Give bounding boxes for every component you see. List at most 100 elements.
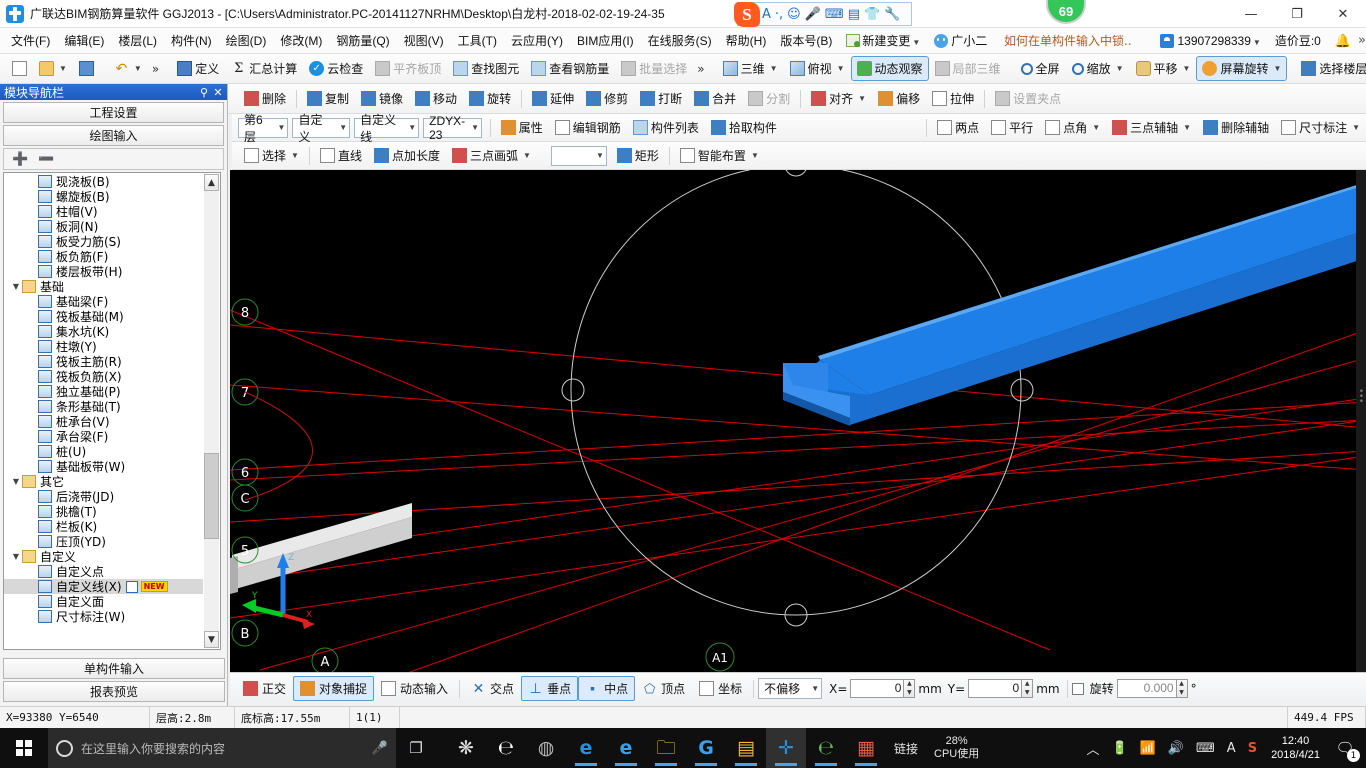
properties-button[interactable]: 属性 — [495, 115, 549, 140]
partial-3d-button[interactable]: 局部三维 — [929, 56, 1007, 81]
tree-node[interactable]: 螺旋板(B) — [4, 189, 203, 204]
tree-node[interactable]: 现浇板(B) — [4, 174, 203, 189]
midpoint-snap-toggle[interactable]: ▪ 中点 — [578, 676, 636, 701]
tree-scrollbar-thumb[interactable] — [204, 453, 219, 539]
dimension-button[interactable]: 尺寸标注 ▼ — [1275, 115, 1366, 140]
tree-node[interactable]: ▼ 基础 — [4, 279, 203, 294]
tree-node[interactable]: 板受力筋(S) — [4, 234, 203, 249]
tree-node[interactable]: 板负筋(F) — [4, 249, 203, 264]
tree-node[interactable]: 栏板(K) — [4, 519, 203, 534]
tree-node[interactable]: 柱帽(V) — [4, 204, 203, 219]
x-offset-input[interactable]: 0 — [850, 679, 905, 698]
component-tree[interactable]: 现浇板(B) 螺旋板(B) 柱帽(V) 板洞(N) 板受力筋(S) 板负筋(F) 楼层板带(… — [3, 172, 221, 650]
voice-input-icon[interactable]: 🎤 — [805, 8, 821, 21]
app-ie[interactable]: e — [606, 728, 646, 768]
two-point-axis-button[interactable]: 两点 — [931, 115, 985, 140]
dynamic-input-toggle[interactable]: 动态输入 — [374, 676, 455, 701]
taskbar-search-box[interactable]: 在这里输入你要搜索的内容 🎤 — [48, 728, 396, 768]
point-length-button[interactable]: 点加长度 — [368, 143, 446, 168]
tree-node[interactable]: 承台梁(F) — [4, 429, 203, 444]
3d-viewport[interactable]: Z Y X 8 7 6 C 5 B A A1 • • • — [230, 170, 1366, 672]
view-rebar-button[interactable]: 查看钢筋量 — [525, 56, 615, 81]
extend-button[interactable]: 延伸 — [526, 86, 580, 111]
menu-new-change[interactable]: 新建变更 ▼ — [839, 29, 927, 52]
app-spiral[interactable]: ◍ — [526, 728, 566, 768]
batch-select-button[interactable]: 批量选择 — [615, 56, 693, 81]
tree-node[interactable]: 条形基础(T) — [4, 399, 203, 414]
define-button[interactable]: 定义 — [171, 56, 225, 81]
volume-icon[interactable]: 🔊 — [1162, 741, 1190, 756]
stretch-button[interactable]: 拉伸 — [926, 86, 980, 111]
type-combo[interactable]: 自定义线 ▼ — [354, 113, 420, 144]
tree-node[interactable]: 尺寸标注(W) — [4, 609, 203, 624]
tree-node[interactable]: 独立基础(P) — [4, 384, 203, 399]
toolbox-icon[interactable]: 🔧 — [884, 8, 900, 21]
font-A-icon[interactable]: A — [762, 8, 771, 21]
menu-version[interactable]: 版本号(B) — [773, 29, 839, 52]
undo-button[interactable]: ↶ ▼ — [108, 57, 148, 80]
link-label[interactable]: 链接 — [886, 740, 926, 757]
keyboard-icon[interactable]: ⌨ — [1190, 741, 1221, 756]
cpu-usage-indicator[interactable]: 28% CPU使用 — [926, 735, 987, 761]
maximize-button[interactable]: ❐ — [1274, 0, 1320, 28]
align-slab-top-button[interactable]: 平齐板顶 — [369, 56, 447, 81]
tree-node[interactable]: 挑檐(T) — [4, 504, 203, 519]
menu-modify[interactable]: 修改(M) — [273, 29, 329, 52]
set-grip-button[interactable]: 设置夹点 — [989, 86, 1067, 111]
floor-combo[interactable]: 第6层 ▼ — [238, 113, 289, 144]
app-windmill[interactable]: ❋ — [446, 728, 486, 768]
cloud-check-button[interactable]: 云检查 — [303, 56, 369, 81]
tree-node[interactable]: 筏板负筋(X) — [4, 369, 203, 384]
toolbar-overflow-chevron-2[interactable]: » — [693, 62, 708, 76]
merge-button[interactable]: 合并 — [688, 86, 742, 111]
viewport-scrollbar[interactable]: • • • — [1356, 170, 1366, 672]
task-view-icon[interactable]: ❐ — [396, 728, 436, 768]
category-combo[interactable]: 自定义 ▼ — [292, 113, 351, 144]
perpendicular-snap-toggle[interactable]: ⊥ 垂点 — [521, 676, 579, 701]
sogou-icon[interactable]: S — [1242, 741, 1263, 756]
tree-node[interactable]: ▼ 自定义 — [4, 549, 203, 564]
tree-node[interactable]: 自定义面 — [4, 594, 203, 609]
tree-node[interactable]: 自定义点 — [4, 564, 203, 579]
element-combo[interactable]: ZDYX-23 ▼ — [423, 114, 483, 142]
skin-icon[interactable]: 👕 — [864, 8, 880, 21]
project-settings-button[interactable]: 工程设置 — [3, 102, 224, 123]
tip-link[interactable]: 如何在单构件输入中锁.. — [1004, 32, 1132, 49]
tree-node[interactable]: 桩承台(V) — [4, 414, 203, 429]
tree-scroll-down-button[interactable]: ▼ — [204, 631, 219, 648]
pin-icon[interactable]: ⚲ — [197, 86, 211, 99]
emoji-icon[interactable]: ☺ — [787, 8, 801, 21]
collapse-all-icon[interactable]: ➖ — [38, 152, 54, 167]
rotate-stepper[interactable]: ▲ ▼ — [1176, 679, 1188, 698]
tree-node[interactable]: 楼层板带(H) — [4, 264, 203, 279]
menu-draw[interactable]: 绘图(D) — [219, 29, 274, 52]
y-offset-input[interactable]: 0 — [968, 679, 1023, 698]
notification-bell-icon[interactable]: 🔔 — [1328, 30, 1358, 52]
lang-A-icon[interactable]: A — [1221, 741, 1242, 756]
menu-assistant[interactable]: 广小二 — [927, 29, 994, 52]
tree-node[interactable]: 后浇带(JD) — [4, 489, 203, 504]
move-button[interactable]: 移动 — [409, 86, 463, 111]
menu-bim[interactable]: BIM应用(I) — [570, 29, 641, 52]
report-preview-button[interactable]: 报表预览 — [3, 681, 225, 702]
app-edge[interactable]: e — [566, 728, 606, 768]
tree-node[interactable]: 板洞(N) — [4, 219, 203, 234]
menu-cloud[interactable]: 云应用(Y) — [504, 29, 570, 52]
microphone-icon[interactable]: 🎤 — [372, 741, 388, 756]
three-point-arc-button[interactable]: 三点画弧 ▼ — [446, 143, 537, 168]
smart-layout-button[interactable]: 智能布置 ▼ — [674, 143, 765, 168]
offset-button[interactable]: 偏移 — [872, 86, 926, 111]
ortho-toggle[interactable]: 正交 — [236, 676, 293, 701]
select-tool-button[interactable]: 选择 ▼ — [238, 143, 305, 168]
notification-center-button[interactable]: 🗨 1 — [1328, 728, 1362, 768]
soft-keyboard-icon[interactable]: ⌨ — [825, 8, 844, 21]
menu-floor[interactable]: 楼层(L) — [111, 29, 164, 52]
draw-options-combo[interactable]: ▼ — [550, 145, 607, 166]
expand-all-icon[interactable]: ➕ — [12, 152, 28, 167]
save-button[interactable] — [73, 57, 100, 80]
break-button[interactable]: 打断 — [634, 86, 688, 111]
find-element-button[interactable]: 查找图元 — [447, 56, 525, 81]
sogou-s-icon[interactable]: S — [734, 2, 760, 27]
tree-node[interactable]: 压顶(YD) — [4, 534, 203, 549]
screen-rotate-button[interactable]: 屏幕旋转 ▼ — [1196, 56, 1288, 81]
